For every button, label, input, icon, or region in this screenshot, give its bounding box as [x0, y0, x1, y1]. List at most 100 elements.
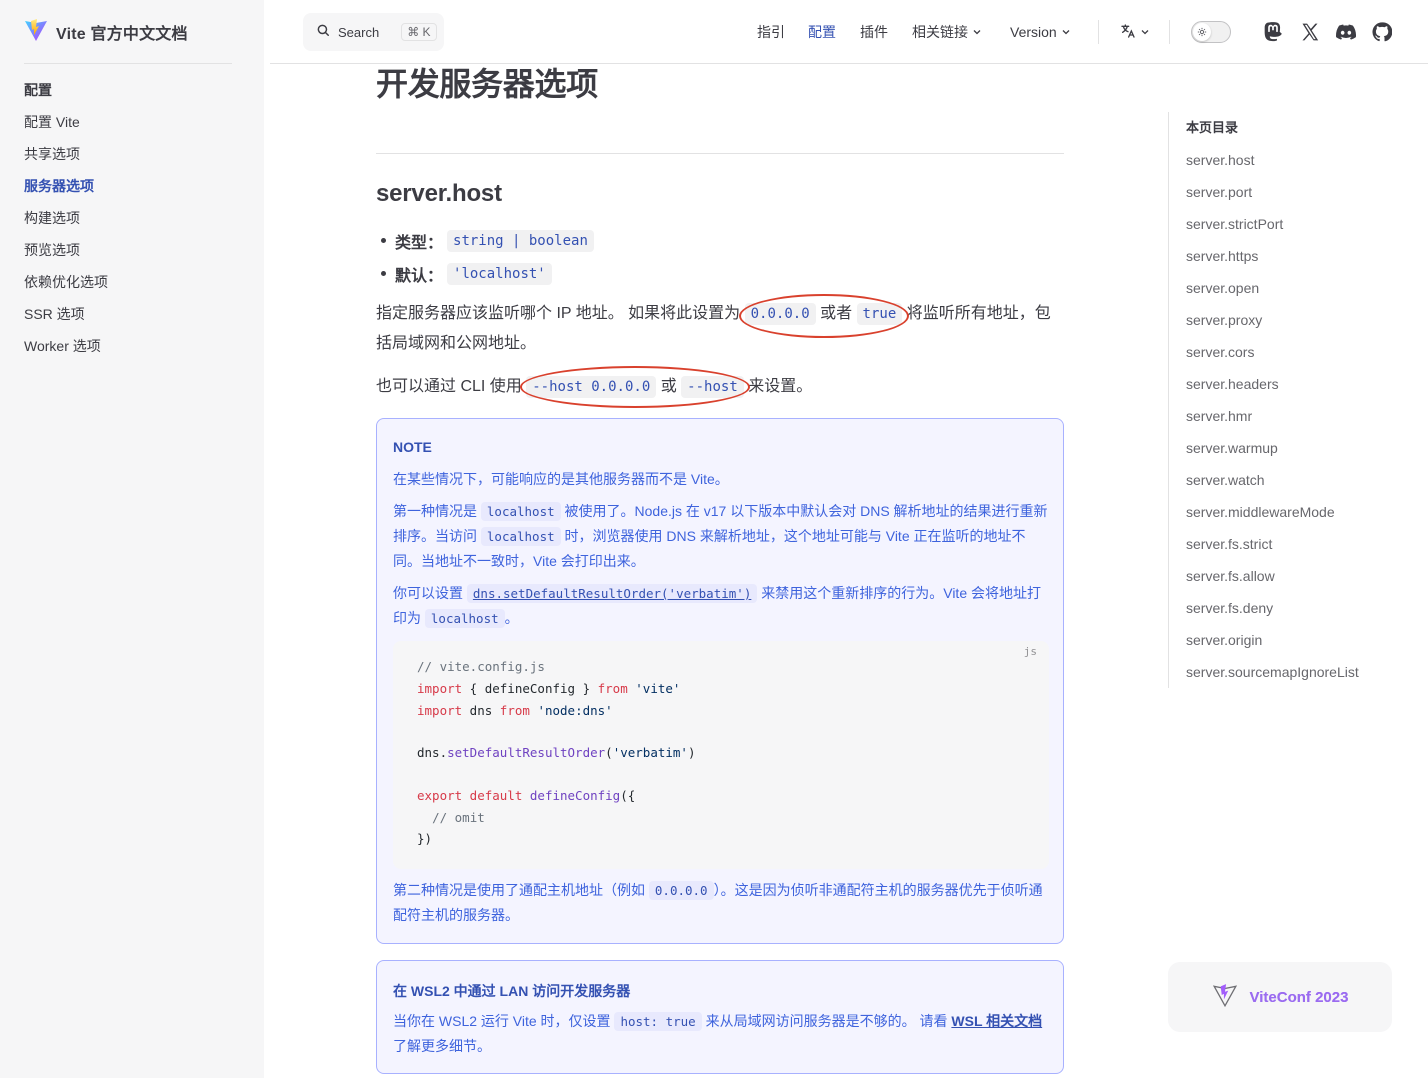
- text: 来设置。: [743, 378, 813, 395]
- nav-related-links[interactable]: 相关链接: [912, 0, 982, 64]
- nav-plugins[interactable]: 插件: [860, 0, 888, 64]
- toc-item-server-watch[interactable]: server.watch: [1186, 464, 1408, 496]
- dns-docs-link[interactable]: dns.setDefaultResultOrder('verbatim'): [466, 584, 758, 603]
- sidebar-item-worker-options[interactable]: Worker 选项: [24, 334, 240, 358]
- cli-paragraph: 也可以通过 CLI 使用 --host 0.0.0.0 或 --host 来设置…: [376, 372, 1064, 402]
- inline-code: 0.0.0.0: [648, 881, 714, 900]
- vite-logo-icon: [24, 18, 48, 47]
- toc-item-server-fs-allow[interactable]: server.fs.allow: [1186, 560, 1408, 592]
- toc-item-server-hmr[interactable]: server.hmr: [1186, 400, 1408, 432]
- viteconf-label: ViteConf 2023: [1249, 988, 1349, 1006]
- note-paragraph: 第一种情况是 localhost 被使用了。Node.js 在 v17 以下版本…: [393, 499, 1049, 574]
- mastodon-icon[interactable]: [1264, 22, 1284, 42]
- discord-icon[interactable]: [1336, 22, 1357, 42]
- sidebar-item-preview-options[interactable]: 预览选项: [24, 238, 240, 262]
- toc-item-server-headers[interactable]: server.headers: [1186, 368, 1408, 400]
- nav-config-label: 配置: [808, 24, 836, 40]
- list-item: 默认： 'localhost': [376, 257, 1064, 290]
- nav-version[interactable]: Version: [1010, 0, 1071, 64]
- toc-item-server-origin[interactable]: server.origin: [1186, 624, 1408, 656]
- inline-code: true: [856, 303, 903, 325]
- nav-config[interactable]: 配置: [808, 0, 836, 64]
- nav-version-label: Version: [1010, 24, 1057, 40]
- toc-item-server-warmup[interactable]: server.warmup: [1186, 432, 1408, 464]
- inline-code: host: true: [614, 1012, 702, 1031]
- code-line: export default defineConfig({: [417, 788, 636, 803]
- toc-item-server-middlewaremode[interactable]: server.middlewareMode: [1186, 496, 1408, 528]
- default-label: 默认：: [395, 267, 444, 285]
- wsl-callout: 在 WSL2 中通过 LAN 访问开发服务器 当你在 WSL2 运行 Vite …: [376, 960, 1064, 1074]
- note-title: NOTE: [393, 439, 432, 455]
- chevron-down-icon: [1061, 24, 1071, 40]
- toc-item-server-fs-deny[interactable]: server.fs.deny: [1186, 592, 1408, 624]
- toc-item-server-https[interactable]: server.https: [1186, 240, 1408, 272]
- sidebar-item-build-options[interactable]: 构建选项: [24, 206, 240, 230]
- text: 你可以设置: [393, 585, 467, 601]
- theme-toggle[interactable]: [1191, 21, 1231, 43]
- inline-code: localhost: [424, 609, 505, 628]
- page-title: 开发服务器选项: [376, 66, 598, 102]
- brand-link[interactable]: Vite 官方中文文档: [24, 18, 188, 47]
- viteconf-promo[interactable]: ViteConf 2023: [1168, 962, 1392, 1032]
- text: 。: [504, 610, 519, 626]
- toc-item-server-sourcemapignorelist[interactable]: server.sourcemapIgnoreList: [1186, 656, 1408, 688]
- code-language-label: js: [1023, 645, 1037, 658]
- note-paragraph: 第二种情况是使用了通配主机地址（例如 0.0.0.0 ）。这是因为侦听非通配符主机…: [393, 878, 1049, 928]
- text: 来从局域网访问服务器是不够的。 请看: [701, 1013, 952, 1029]
- toc-item-server-open[interactable]: server.open: [1186, 272, 1408, 304]
- nav-plugins-label: 插件: [860, 24, 888, 40]
- type-label: 类型：: [395, 234, 444, 252]
- text: 了解更多细节。: [393, 1038, 491, 1054]
- nav-divider: [1169, 20, 1170, 44]
- code-block: js // vite.config.js import { defineConf…: [393, 641, 1049, 869]
- toc-item-server-cors[interactable]: server.cors: [1186, 336, 1408, 368]
- toc-item-server-proxy[interactable]: server.proxy: [1186, 304, 1408, 336]
- wsl-docs-link[interactable]: WSL 相关文档: [951, 1013, 1042, 1029]
- type-value: string | boolean: [447, 229, 594, 252]
- brand-title: Vite 官方中文文档: [56, 26, 188, 43]
- sidebar-item-ssr-options[interactable]: SSR 选项: [24, 302, 240, 326]
- sidebar-item-server-options[interactable]: 服务器选项: [24, 174, 240, 198]
- toc-item-server-port[interactable]: server.port: [1186, 176, 1408, 208]
- sidebar-item-shared-options[interactable]: 共享选项: [24, 142, 240, 166]
- language-menu[interactable]: [1120, 0, 1150, 64]
- toc-heading: 本页目录: [1186, 120, 1239, 135]
- bullet-dot: [381, 238, 386, 243]
- nav-guide[interactable]: 指引: [757, 0, 785, 64]
- wsl-paragraph: 当你在 WSL2 运行 Vite 时，仅设置 host: true 来从局域网访…: [393, 1009, 1049, 1059]
- inline-code: --host: [681, 376, 744, 398]
- code-line: }): [417, 831, 433, 846]
- toc-item-server-host[interactable]: server.host: [1186, 144, 1408, 176]
- search-label: Search: [338, 24, 380, 40]
- note-callout: NOTE 在某些情况下，可能响应的是其他服务器而不是 Vite。 第一种情况是 …: [376, 418, 1064, 944]
- code-line: // omit: [432, 810, 485, 825]
- text: 或: [656, 378, 682, 395]
- inline-code: localhost: [480, 502, 561, 521]
- toc-item-server-fs-strict[interactable]: server.fs.strict: [1186, 528, 1408, 560]
- sidebar: Vite 官方中文文档 配置 配置 Vite 共享选项 服务器选项 构建选项 预…: [0, 0, 264, 1078]
- text: 或者: [815, 305, 857, 322]
- list-item: 类型： string | boolean: [376, 224, 1064, 257]
- code-line: // vite.config.js: [417, 659, 545, 674]
- sun-icon: [1193, 23, 1211, 41]
- chevron-down-icon: [972, 24, 982, 40]
- search-shortcut: ⌘ K: [401, 23, 437, 41]
- code-line: import dns from 'node:dns': [417, 703, 613, 718]
- toc-item-server-strictport[interactable]: server.strictPort: [1186, 208, 1408, 240]
- search-button[interactable]: Search ⌘ K: [303, 13, 444, 51]
- text: 第一种情况是: [393, 503, 481, 519]
- table-of-contents: 本页目录 server.host server.port server.stri…: [1168, 112, 1408, 688]
- x-icon[interactable]: [1300, 22, 1320, 42]
- wsl-title: 在 WSL2 中通过 LAN 访问开发服务器: [393, 983, 631, 999]
- text: 第二种情况是使用了通配主机地址（例如: [393, 882, 649, 898]
- bullet-dot: [381, 271, 386, 276]
- sidebar-item-dep-optimization[interactable]: 依赖优化选项: [24, 270, 240, 294]
- translate-icon: [1120, 23, 1136, 42]
- viteconf-logo-icon: [1212, 982, 1238, 1013]
- sidebar-item-config-vite[interactable]: 配置 Vite: [24, 110, 240, 134]
- search-icon: [316, 23, 330, 42]
- github-icon[interactable]: [1372, 22, 1393, 42]
- inline-code: localhost: [480, 527, 561, 546]
- sidebar-nav: 配置 配置 Vite 共享选项 服务器选项 构建选项 预览选项 依赖优化选项 S…: [24, 78, 240, 366]
- chevron-down-icon: [1140, 24, 1150, 40]
